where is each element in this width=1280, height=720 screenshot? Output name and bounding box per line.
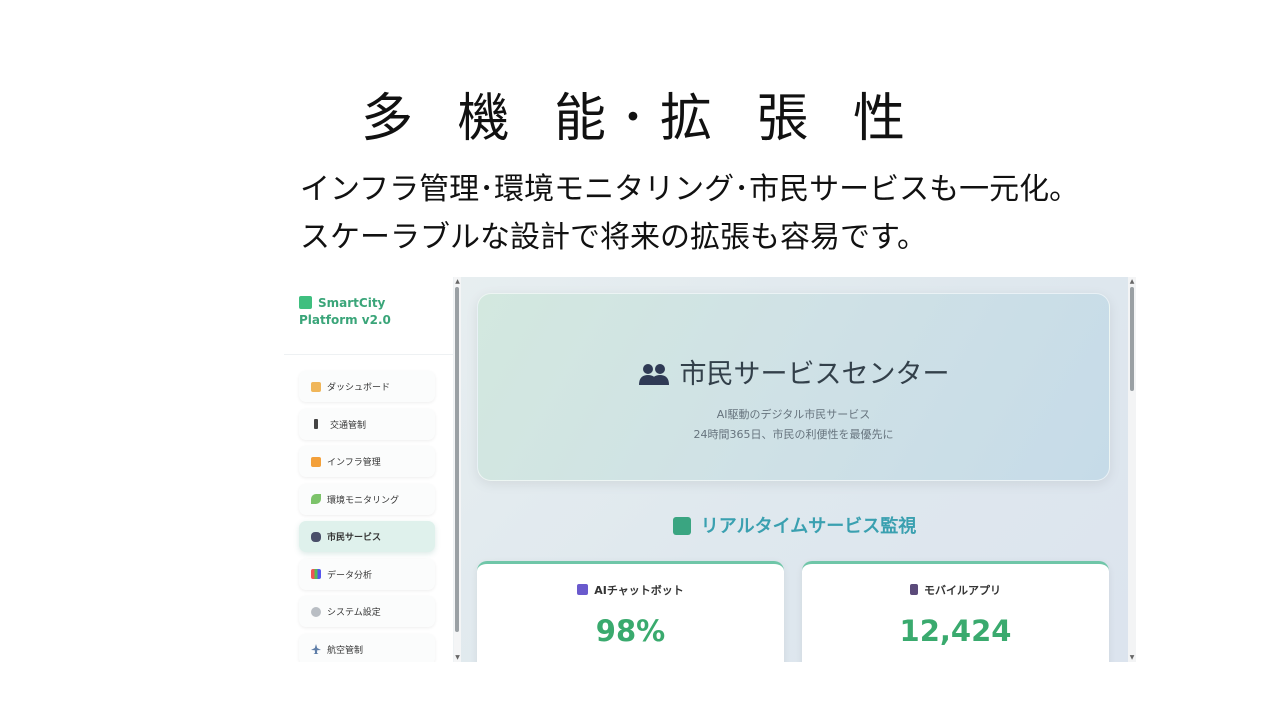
sidebar-item-label: システム設定 <box>327 608 381 618</box>
seedling-icon <box>311 494 321 504</box>
sidebar-item-analytics[interactable]: データ分析 <box>299 558 435 590</box>
metric-label: AIチャットボット <box>594 584 684 597</box>
slide-title: 多 機 能･拡 張 性 <box>360 89 920 149</box>
brand-logo[interactable]: SmartCity Platform v2.0 <box>299 295 391 329</box>
sidebar-item-environment[interactable]: 環境モニタリング <box>299 483 435 515</box>
sidebar-item-traffic[interactable]: 交通管制 <box>299 408 435 440</box>
sidebar-item-infrastructure[interactable]: インフラ管理 <box>299 446 435 477</box>
sidebar-item-label: 航空管制 <box>327 645 364 656</box>
sidebar-item-label: インフラ管理 <box>327 458 381 468</box>
sidebar-divider <box>284 354 453 355</box>
metric-label-row: AIチャットボット <box>477 582 784 598</box>
hero-description: AI駆動のデジタル市民サービス <box>716 408 871 421</box>
slide-subtitle-line2: スケーラブルな設計で将来の拡張も容易です。 <box>300 220 927 255</box>
section-title: リアルタイムサービス監視 <box>700 516 917 537</box>
airplane-icon <box>311 644 321 654</box>
sidebar: SmartCity Platform v2.0 ダッシュボード 交通管制 インフ… <box>284 277 454 662</box>
sidebar-item-label: 交通管制 <box>330 420 367 431</box>
people-icon <box>311 531 321 542</box>
metric-value: 12,424 <box>899 614 1012 648</box>
hero-tagline: 24時間365日、市民の利便性を最優先に <box>693 428 894 441</box>
sidebar-item-citizen-services[interactable]: 市民サービス <box>299 521 435 552</box>
sidebar-item-settings[interactable]: システム設定 <box>299 596 435 627</box>
scroll-down-arrow-icon[interactable]: ▼ <box>454 654 461 661</box>
hero-panel: 市民サービスセンター AI駆動のデジタル市民サービス 24時間365日、市民の利… <box>477 293 1110 481</box>
sidebar-scrollbar[interactable]: ▲ ▼ <box>454 277 461 662</box>
gear-icon <box>311 606 321 617</box>
sidebar-item-air-traffic[interactable]: 航空管制 <box>299 633 435 662</box>
chart-icon <box>311 569 321 579</box>
people-icon <box>638 364 669 385</box>
metric-label-row: モバイルアプリ <box>802 582 1109 598</box>
phone-icon <box>910 584 918 595</box>
sidebar-item-label: データ分析 <box>327 570 373 581</box>
metric-label: モバイルアプリ <box>924 584 1001 597</box>
sidebar-scroll-thumb[interactable] <box>455 287 459 632</box>
app-screenshot: SmartCity Platform v2.0 ダッシュボード 交通管制 インフ… <box>284 277 1136 662</box>
section-square-icon <box>672 517 691 535</box>
robot-icon <box>577 584 589 595</box>
main-content: 市民サービスセンター AI駆動のデジタル市民サービス 24時間365日、市民の利… <box>461 277 1128 662</box>
main-scroll-thumb[interactable] <box>1130 287 1134 391</box>
slide-subtitle-line1: インフラ管理･環境モニタリング･市民サービスも一元化。 <box>300 172 1080 207</box>
sidebar-item-label: ダッシュボード <box>327 383 391 393</box>
metric-card-ai-chatbot[interactable]: AIチャットボット 98% <box>477 561 784 662</box>
house-icon <box>311 381 321 392</box>
sidebar-item-dashboard[interactable]: ダッシュボード <box>299 371 435 402</box>
hero-title-row: 市民サービスセンター <box>478 352 1109 391</box>
traffic-light-icon <box>314 419 318 429</box>
sidebar-item-label: 環境モニタリング <box>327 495 400 506</box>
section-title-row: リアルタイムサービス監視 <box>461 512 1128 538</box>
sidebar-nav: ダッシュボード 交通管制 インフラ管理 環境モニタリング 市民サービス データ分… <box>299 371 435 662</box>
metric-value: 98% <box>595 614 666 648</box>
scroll-up-arrow-icon[interactable]: ▲ <box>1128 278 1136 285</box>
construction-icon <box>311 456 321 467</box>
brand-name-line2: Platform v2.0 <box>299 313 391 327</box>
scroll-down-arrow-icon[interactable]: ▼ <box>1128 654 1136 661</box>
scroll-up-arrow-icon[interactable]: ▲ <box>454 278 461 285</box>
brand-square-icon <box>299 296 312 309</box>
metric-card-mobile-app[interactable]: モバイルアプリ 12,424 <box>802 561 1109 662</box>
hero-title: 市民サービスセンター <box>679 359 950 390</box>
brand-name-line1: SmartCity <box>318 296 386 310</box>
sidebar-item-label: 市民サービス <box>327 533 382 543</box>
main-scrollbar[interactable]: ▲ ▼ <box>1128 277 1136 662</box>
